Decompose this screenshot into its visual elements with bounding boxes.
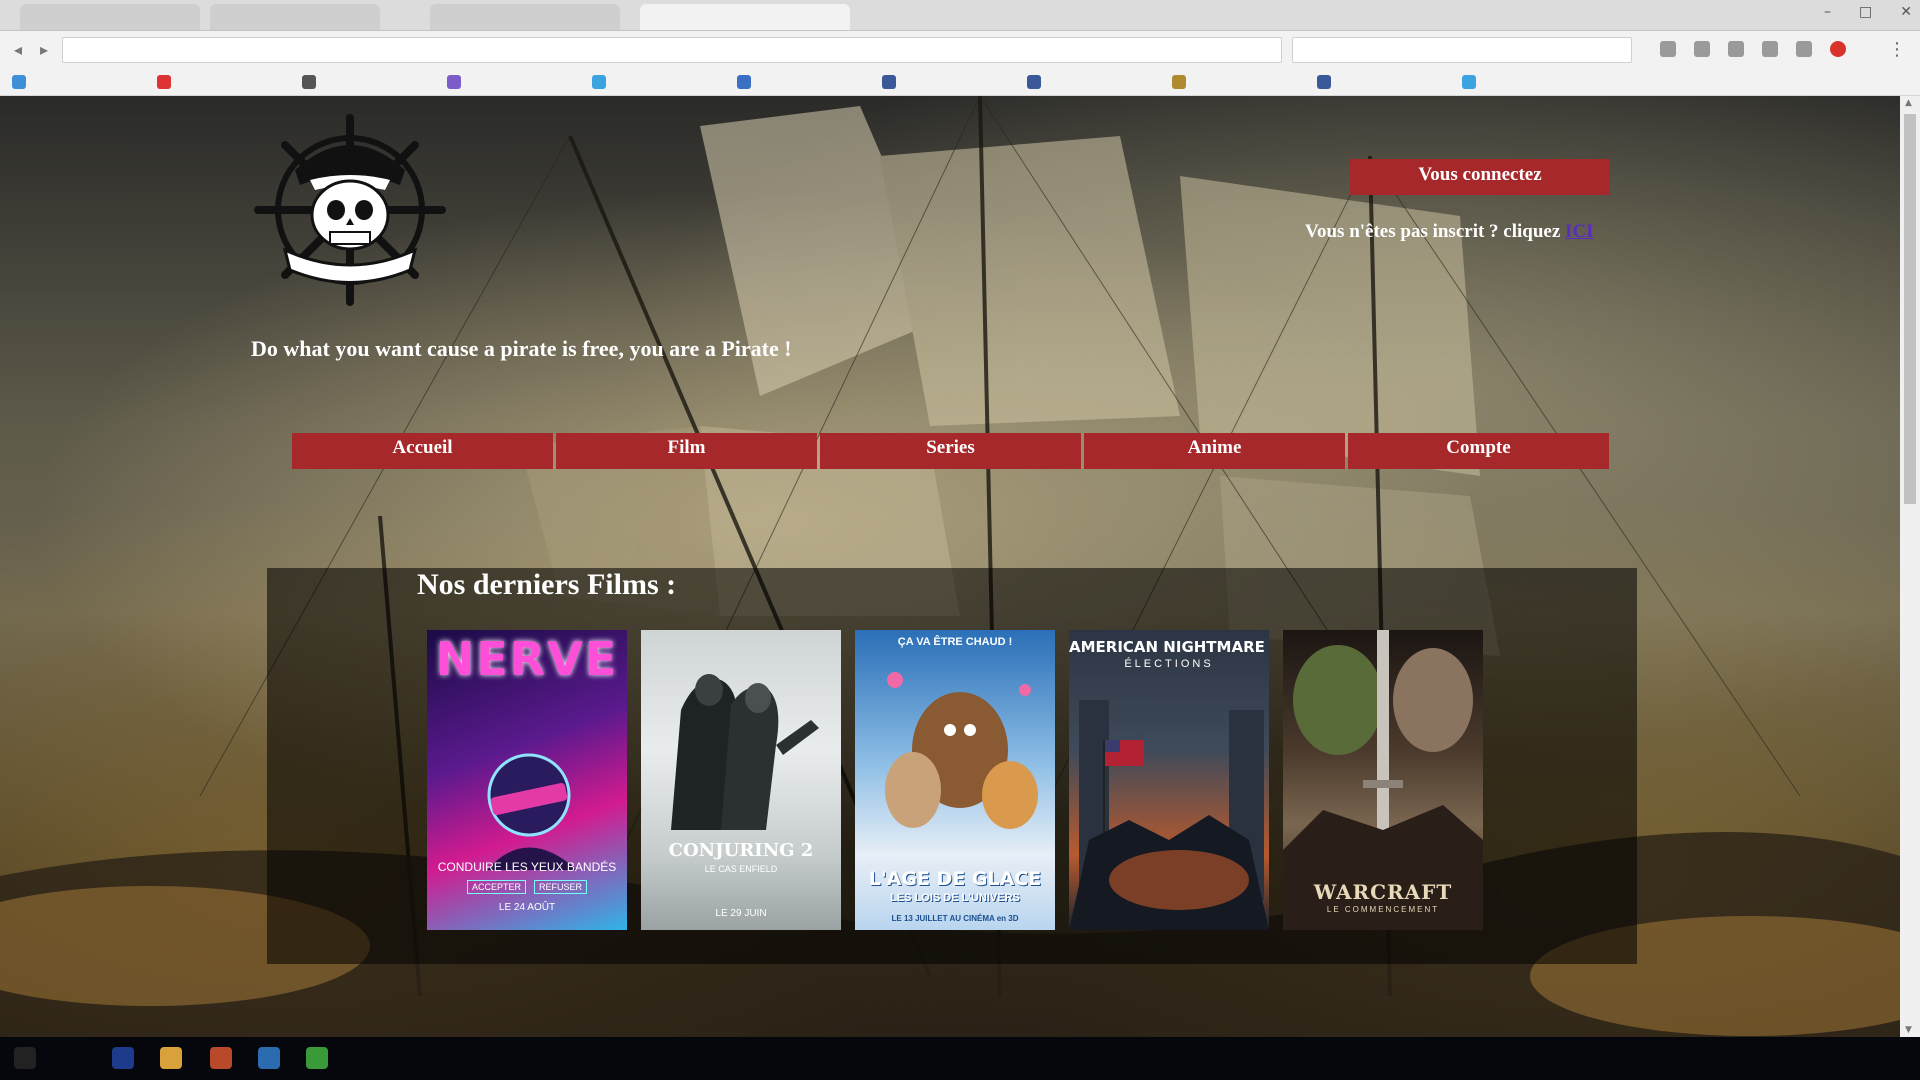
scrollbar-thumb[interactable] (1904, 114, 1916, 504)
close-icon[interactable]: ✕ (1900, 4, 1912, 20)
poster-art (885, 672, 1038, 829)
bookmark[interactable] (1160, 69, 1305, 95)
site-tagline: Do what you want cause a pirate is free,… (251, 336, 792, 361)
browser-toolbar: ◂ ▸ ⋮ (0, 31, 1920, 69)
maximize-icon[interactable]: □ (1859, 4, 1872, 20)
bookmark[interactable] (145, 69, 290, 95)
pirate-skull-logo (254, 114, 446, 306)
poster-date: LE 13 JUILLET AU CINÉMA en 3D (891, 914, 1019, 923)
poster-accept-label: ACCEPTER (466, 880, 526, 894)
poster-warcraft[interactable]: WARCRAFT LE COMMENCEMENT (1283, 630, 1483, 930)
poster-title: L'AGE DE GLACE (868, 868, 1042, 890)
poster-list: NERVE CONDUIRE LES YEUX BANDÉS ACCEPTER … (427, 630, 1483, 930)
poster-buttons: ACCEPTER REFUSER (427, 880, 627, 894)
poster-tagline: ÇA VA ÊTRE CHAUD ! (897, 636, 1013, 648)
nav-item-film[interactable]: Film (556, 433, 817, 469)
page-scrollbar[interactable]: ▲ ▼ (1900, 96, 1920, 1037)
register-prompt: Vous n'êtes pas inscrit ? cliquez ICI (1305, 221, 1594, 243)
os-taskbar (0, 1037, 1920, 1080)
poster-title: CONJURING 2 (668, 840, 814, 861)
poster-date: LE 24 AOÛT (498, 902, 556, 913)
extension-icon[interactable] (1796, 41, 1812, 57)
bookmark[interactable] (1015, 69, 1160, 95)
page-viewport: Do what you want cause a pirate is free,… (0, 96, 1900, 1037)
poster-subtitle: LE CAS ENFIELD (704, 864, 778, 874)
nav-item-accueil[interactable]: Accueil (292, 433, 553, 469)
bookmark[interactable] (580, 69, 725, 95)
login-button[interactable]: Vous connectez (1350, 159, 1610, 195)
poster-subtitle: LES LOIS DE L'UNIVERS (890, 892, 1020, 904)
latest-films-title: Nos derniers Films : (417, 568, 677, 601)
poster-title: WARCRAFT (1313, 880, 1453, 904)
poster-art (1069, 700, 1269, 930)
browser-menu-icon[interactable]: ⋮ (1888, 39, 1906, 60)
browser-tab[interactable] (430, 4, 620, 30)
register-link[interactable]: ICI (1565, 221, 1594, 242)
taskbar-app-icon[interactable] (112, 1047, 134, 1069)
extension-icon[interactable] (1694, 41, 1710, 57)
extension-icon[interactable] (1762, 41, 1778, 57)
poster-date: LE 29 JUIN (715, 908, 767, 919)
taskbar-app-icon[interactable] (160, 1047, 182, 1069)
register-prompt-text: Vous n'êtes pas inscrit ? cliquez (1305, 221, 1561, 242)
bookmark[interactable] (435, 69, 580, 95)
poster-art (487, 753, 577, 870)
poster-american-nightmare-3[interactable]: AMERICAN NIGHTMARE 3: ÉLECTIONS (1069, 630, 1269, 930)
nav-item-compte[interactable]: Compte (1348, 433, 1609, 469)
extension-icon[interactable] (1660, 41, 1676, 57)
nav-item-anime[interactable]: Anime (1084, 433, 1345, 469)
poster-refuse-label: REFUSER (534, 880, 588, 894)
taskbar-app-icon[interactable] (210, 1047, 232, 1069)
taskbar-app-icon[interactable] (258, 1047, 280, 1069)
browser-tab[interactable] (210, 4, 380, 30)
latest-films-panel: Nos derniers Films : NERVE CONDUIRE LES … (267, 568, 1637, 964)
extension-icons (1660, 41, 1846, 57)
poster-art (671, 674, 819, 830)
extension-icon[interactable] (1728, 41, 1744, 57)
poster-conjuring-2[interactable]: CONJURING 2 LE CAS ENFIELD LE 29 JUIN (641, 630, 841, 930)
bookmark[interactable] (1450, 69, 1595, 95)
bookmark[interactable] (290, 69, 435, 95)
browser-tab-active[interactable] (640, 4, 850, 30)
poster-nerve[interactable]: NERVE CONDUIRE LES YEUX BANDÉS ACCEPTER … (427, 630, 627, 930)
poster-subtitle: ÉLECTIONS (1124, 658, 1214, 670)
bookmark[interactable] (725, 69, 870, 95)
browser-tab[interactable] (20, 4, 200, 30)
window-controls: – □ ✕ (1824, 4, 1912, 20)
address-bar[interactable] (62, 37, 1282, 63)
back-icon[interactable]: ◂ (14, 40, 22, 59)
scroll-up-icon[interactable]: ▲ (1905, 98, 1912, 108)
bookmarks-bar (0, 69, 1920, 96)
poster-title: NERVE (435, 632, 619, 686)
scroll-down-icon[interactable]: ▼ (1905, 1025, 1912, 1035)
extension-icon[interactable] (1830, 41, 1846, 57)
bookmark[interactable] (870, 69, 1015, 95)
poster-title: AMERICAN NIGHTMARE 3: (1069, 638, 1269, 656)
minimize-icon[interactable]: – (1824, 4, 1831, 20)
browser-tab-strip: – □ ✕ (0, 0, 1920, 31)
bookmark[interactable] (1305, 69, 1450, 95)
start-icon[interactable] (14, 1047, 36, 1069)
nav-item-series[interactable]: Series (820, 433, 1081, 469)
poster-ice-age[interactable]: ÇA VA ÊTRE CHAUD ! L'AGE DE GLACE LES LO… (855, 630, 1055, 930)
browser-search-box[interactable] (1292, 37, 1632, 63)
main-nav: Accueil Film Series Anime Compte (292, 433, 1609, 469)
poster-subtitle: LE COMMENCEMENT (1326, 905, 1440, 914)
forward-icon[interactable]: ▸ (40, 40, 48, 59)
bookmark[interactable] (0, 69, 145, 95)
taskbar-app-icon[interactable] (306, 1047, 328, 1069)
poster-tagline: CONDUIRE LES YEUX BANDÉS (437, 860, 617, 874)
